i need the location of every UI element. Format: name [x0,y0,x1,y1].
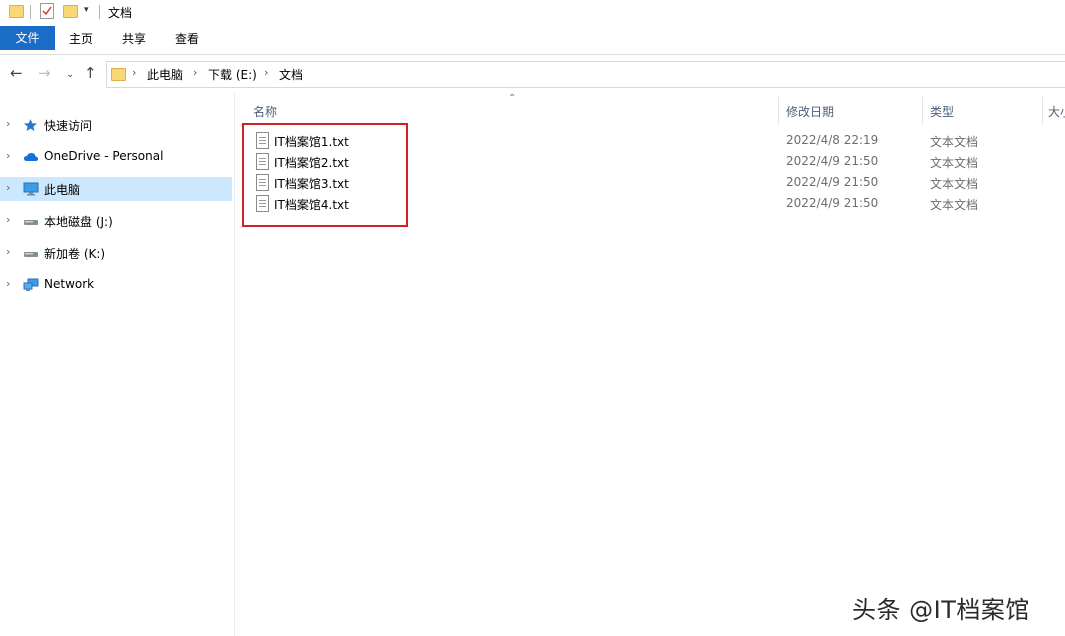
sidebar-item-this-pc[interactable]: › 此电脑 [0,177,232,201]
file-date: 2022/4/8 22:19 [786,133,879,147]
sidebar-item-network[interactable]: › Network [0,273,232,297]
file-type: 文本文档 [930,198,979,212]
back-arrow-icon[interactable]: ← [10,64,23,82]
navigation-bar: ← → ⌄ ↑ › 此电脑 › 下载 (E:) › 文档 [0,55,1065,93]
column-header-date[interactable]: 修改日期 [786,103,834,120]
ribbon-tabs: 文件 主页 共享 查看 [0,24,1065,55]
column-divider[interactable] [922,97,923,125]
chevron-right-icon[interactable]: › [6,117,10,130]
sort-ascending-icon: ⌃ [508,93,517,104]
file-type: 文本文档 [930,177,979,191]
column-divider[interactable] [778,97,779,125]
chevron-right-icon[interactable]: › [6,149,10,162]
file-date: 2022/4/9 21:50 [786,154,879,168]
sidebar-item-local-disk-j[interactable]: › 本地磁盘 (J:) [0,209,232,233]
chevron-right-icon[interactable]: › [6,245,10,258]
breadcrumb-drive-e[interactable]: 下载 (E:) [208,66,257,83]
chevron-right-icon[interactable]: › [6,181,10,194]
highlight-box [242,123,408,227]
address-bar[interactable]: › 此电脑 › 下载 (E:) › 文档 [106,61,1065,88]
tab-file[interactable]: 文件 [0,26,55,50]
separator [99,5,100,19]
sidebar-item-new-volume-k[interactable]: › 新加卷 (K:) [0,241,232,265]
tab-view[interactable]: 查看 [169,28,205,50]
sidebar-item-label: 此电脑 [44,183,81,197]
file-date: 2022/4/9 21:50 [786,196,879,210]
column-header-type[interactable]: 类型 [930,103,954,120]
cloud-icon [23,150,38,164]
column-header-size[interactable]: 大小 [1048,103,1065,120]
title-bar: ▾ 文档 [0,0,1065,24]
file-date: 2022/4/9 21:50 [786,175,879,189]
sidebar-item-label: OneDrive - Personal [44,149,164,163]
drive-icon [23,246,38,260]
chevron-right-icon[interactable]: › [6,277,10,290]
file-type: 文本文档 [930,156,979,170]
chevron-right-icon[interactable]: › [264,66,268,79]
properties-icon[interactable] [40,3,54,19]
recent-locations-chevron-icon[interactable]: ⌄ [66,66,74,84]
forward-arrow-icon[interactable]: → [38,64,51,82]
window-title: 文档 [108,6,133,20]
folder-icon [111,68,126,81]
file-list-pane: ⌃ 名称 修改日期 类型 大小 IT档案馆1.txt 2022/4/8 22:1… [235,93,1065,636]
sidebar-item-onedrive[interactable]: › OneDrive - Personal [0,145,232,169]
column-header-name[interactable]: 名称 [253,103,277,120]
navigation-pane: › 快速访问 › OneDrive - Personal › 此电脑 › 本地磁… [0,93,235,636]
sidebar-item-quick-access[interactable]: › 快速访问 [0,113,232,137]
column-divider[interactable] [1042,97,1043,125]
star-icon [23,118,38,132]
file-type: 文本文档 [930,135,979,149]
new-folder-icon[interactable] [63,5,78,18]
chevron-right-icon[interactable]: › [6,213,10,226]
sidebar-item-label: 快速访问 [44,119,93,133]
separator [30,5,31,19]
monitor-icon [23,182,39,196]
sidebar-item-label: 新加卷 (K:) [44,247,106,261]
up-arrow-icon[interactable]: ↑ [84,64,97,82]
breadcrumb-this-pc[interactable]: 此电脑 [147,66,183,83]
tab-home[interactable]: 主页 [63,28,99,50]
watermark: 头条 @IT档案馆 [852,596,1030,624]
sidebar-item-label: Network [44,277,95,291]
customize-toolbar-chevron-icon[interactable]: ▾ [84,5,89,15]
chevron-right-icon[interactable]: › [132,66,136,79]
drive-icon [23,214,38,228]
folder-icon[interactable] [9,5,24,18]
sidebar-item-label: 本地磁盘 (J:) [44,215,113,229]
chevron-right-icon[interactable]: › [193,66,197,79]
breadcrumb-documents[interactable]: 文档 [279,66,303,83]
network-icon [23,278,39,292]
tab-share[interactable]: 共享 [116,28,152,50]
